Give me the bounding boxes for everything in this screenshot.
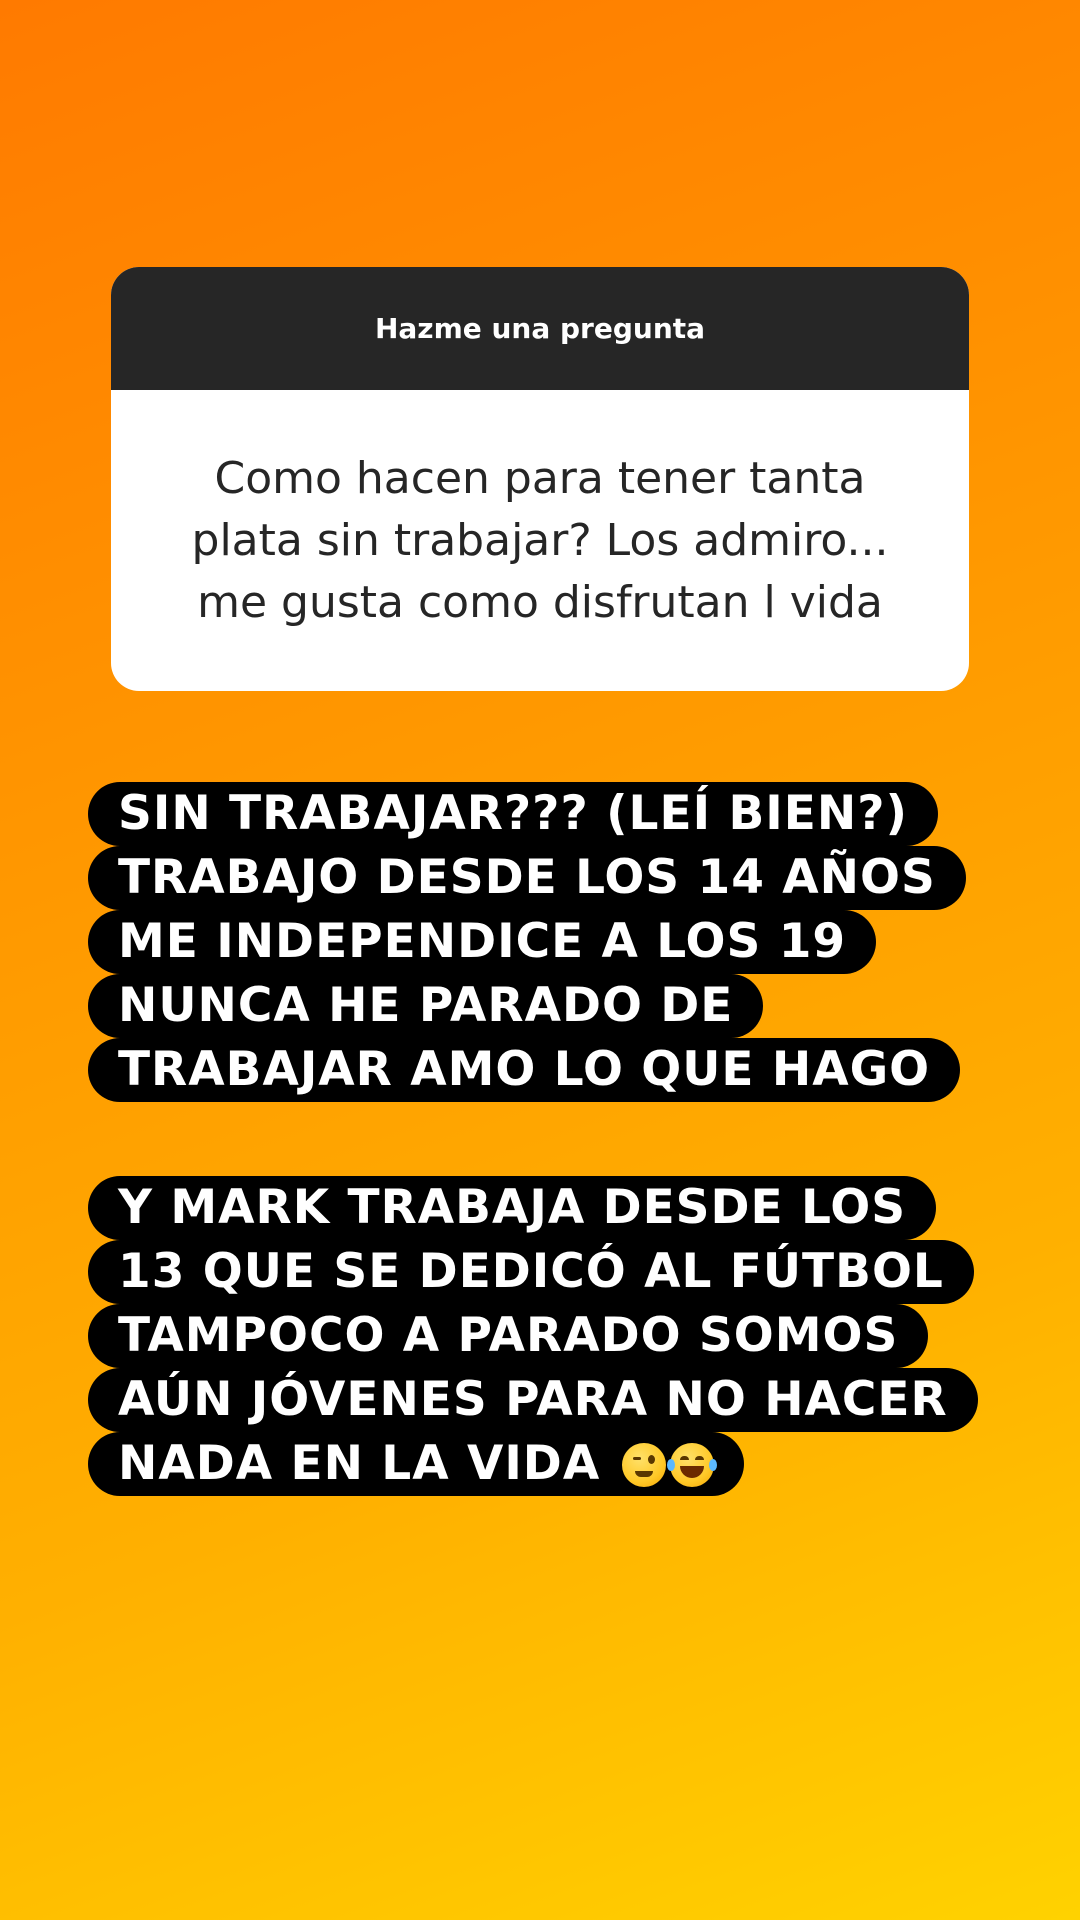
answer-line: NUNCA HE PARADO DE: [88, 974, 764, 1038]
answer-line: SIN TRABAJAR??? (LEÍ BIEN?): [88, 782, 938, 846]
question-sticker-header: Hazme una pregunta: [111, 267, 969, 390]
answer-line: TRABAJO DESDE LOS 14 AÑOS: [88, 846, 966, 910]
tears-of-joy-icon: [666, 1443, 717, 1487]
answer-line: NADA EN LA VIDA: [118, 1436, 601, 1491]
answer-text-block-1: SIN TRABAJAR??? (LEÍ BIEN?) TRABAJO DESD…: [88, 782, 1028, 1102]
question-text: Como hacen para tener tanta plata sin tr…: [191, 452, 889, 628]
answer-line-with-emojis: NADA EN LA VIDA: [88, 1432, 744, 1496]
answer-text-block-2: Y MARK TRABAJA DESDE LOS 13 QUE SE DEDIC…: [88, 1176, 1028, 1496]
question-sticker[interactable]: Hazme una pregunta Como hacen para tener…: [111, 267, 969, 691]
answer-line: 13 QUE SE DEDICÓ AL FÚTBOL: [88, 1240, 974, 1304]
answer-line: ME INDEPENDICE A LOS 19: [88, 910, 877, 974]
answer-line: AÚN JÓVENES PARA NO HACER: [88, 1368, 978, 1432]
answer-line: Y MARK TRABAJA DESDE LOS: [88, 1176, 937, 1240]
question-sticker-body: Como hacen para tener tanta plata sin tr…: [111, 390, 969, 691]
winking-face-icon: [621, 1443, 666, 1487]
answer-line: TRABAJAR AMO LO QUE HAGO: [88, 1038, 961, 1102]
answer-line: TAMPOCO A PARADO SOMOS: [88, 1304, 929, 1368]
